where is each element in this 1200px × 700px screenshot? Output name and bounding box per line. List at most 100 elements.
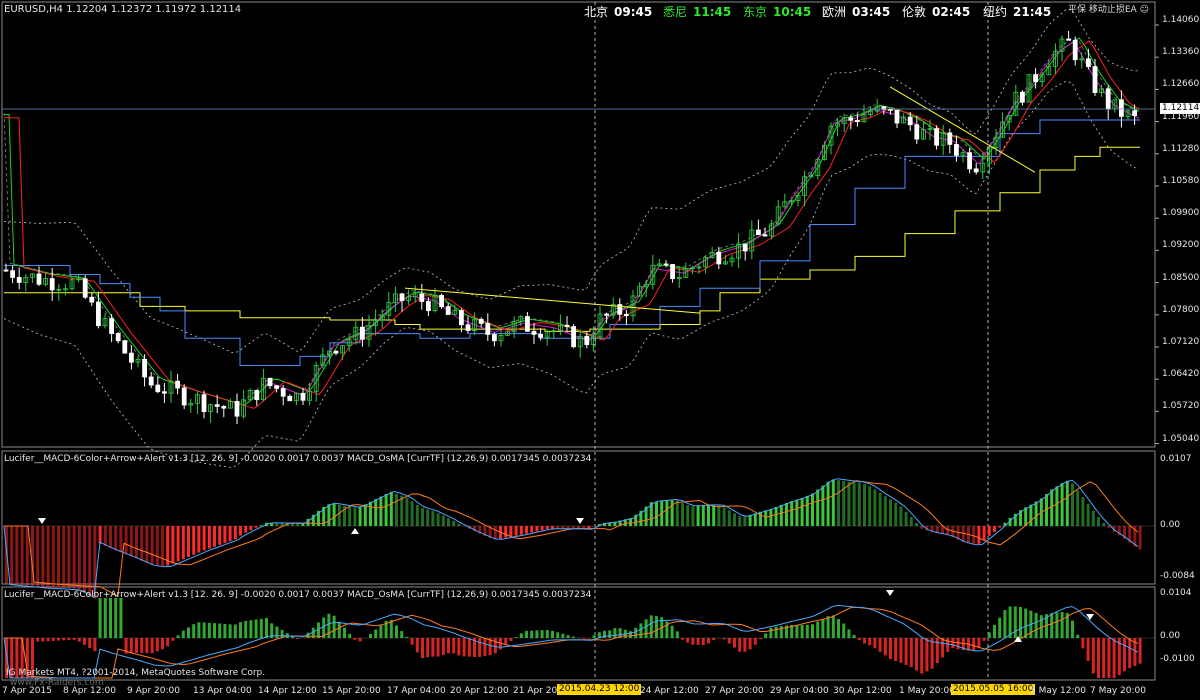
indicator1-hist-bar <box>348 506 352 526</box>
indicator2-hist-bar <box>119 598 123 638</box>
indicator1-hist-bar <box>1107 526 1111 528</box>
candle-body <box>967 152 972 170</box>
price-axis-label: 1.05040 <box>1162 433 1200 444</box>
indicator1-hist-bar <box>36 526 40 587</box>
indicator2-hist-bar <box>629 631 632 638</box>
time-axis-label: 29 Apr 04:00 <box>770 686 829 696</box>
indicator2-hist-bar <box>1102 638 1106 678</box>
candle-body <box>762 234 768 237</box>
indicator2-hist-bar <box>946 638 950 652</box>
candle-body <box>914 124 920 140</box>
indicator2-hist-bar <box>202 622 206 638</box>
clock-time: 21:45 <box>1013 5 1052 19</box>
candle-body <box>894 109 900 124</box>
clock-city: 伦敦 <box>902 5 927 19</box>
indicator1-hist-bar <box>213 526 216 547</box>
indicator2-hist-bar <box>223 623 227 638</box>
indicator1-hist-bar <box>15 526 19 585</box>
indicator1-hist-bar <box>88 526 92 596</box>
indicator2-hist-bar <box>686 638 690 643</box>
indicator2-hist-bar <box>722 638 726 640</box>
indicator2-hist-bar <box>655 616 658 638</box>
indicator2-hist-bar <box>88 638 92 649</box>
indicator1-hist-bar <box>785 503 788 526</box>
indicator1-hist-bar <box>415 504 419 526</box>
ma-green <box>4 37 1140 406</box>
indicator1-hist-bar <box>889 499 892 526</box>
indicator2-axis-min: -0.0100 <box>1160 654 1195 664</box>
candle-body <box>445 306 451 315</box>
indicator1-hist-bar <box>161 526 164 566</box>
indicator1-hist-bar <box>187 526 190 557</box>
indicator2-hist-bar <box>519 633 523 638</box>
indicator1-hist-bar <box>119 526 123 553</box>
indicator1-hist-bar <box>296 523 300 526</box>
clock-time: 02:45 <box>932 5 971 19</box>
indicator1-hist-bar <box>733 513 736 526</box>
world-clock: 东京 10:45 <box>743 3 811 20</box>
indicator2-hist-bar <box>639 623 643 638</box>
indicator1-hist-bar <box>1060 483 1064 526</box>
indicator2-hist-bar <box>171 638 175 641</box>
indicator1-hist-bar <box>363 504 367 526</box>
indicator2-hist-bar <box>733 638 736 648</box>
candle-body <box>359 326 365 340</box>
indicator2-axis-zero: 0.00 <box>1160 631 1181 641</box>
indicator2-hist-bar <box>759 638 762 640</box>
indicator2-hist-bar <box>863 638 866 644</box>
candle-body <box>973 168 979 173</box>
clock-city: 东京 <box>743 5 768 19</box>
indicator1-hist-bar <box>712 505 716 526</box>
indicator1-hist-bar <box>816 489 820 526</box>
indicator2-hist-bar <box>337 621 341 638</box>
candle-body <box>201 394 207 412</box>
chart-window[interactable]: EURUSD,H4 1.12204 1.12372 1.11972 1.1211… <box>0 0 1200 700</box>
indicator1-hist-bar <box>525 526 528 534</box>
indicator1-hist-bar <box>358 506 362 526</box>
candle-body <box>1092 66 1098 93</box>
world-clock: 欧洲 03:45 <box>822 3 890 20</box>
indicator2-hist-bar <box>129 638 133 654</box>
indicator2-hist-bar <box>72 638 76 640</box>
indicator1-hist-bar <box>540 526 544 531</box>
indicator2-hist-bar <box>109 598 112 638</box>
indicator1-hist-bar <box>218 526 222 545</box>
candle-body <box>1132 110 1137 117</box>
indicator1-hist-bar <box>223 526 227 543</box>
indicator1-hist-bar <box>67 526 71 589</box>
indicator2-hist-bar <box>343 627 346 638</box>
indicator1-hist-bar <box>77 526 81 590</box>
indicator1-hist-bar <box>811 493 814 526</box>
indicator1-arrow <box>576 518 584 524</box>
indicator2-hist-bar <box>1097 638 1100 678</box>
indicator1-hist-bar <box>25 526 29 586</box>
indicator1-hist-bar <box>790 501 794 526</box>
candle-body <box>1105 88 1111 110</box>
indicator1-hist-bar <box>993 526 996 532</box>
indicator2-hist-bar <box>883 638 887 656</box>
indicator2-hist-bar <box>925 638 929 672</box>
indicator2-hist-bar <box>431 638 435 657</box>
indicator2-hist-bar <box>993 624 996 638</box>
ma-magenta <box>263 40 1140 397</box>
ma-red <box>4 40 1140 409</box>
indicator2-hist-bar <box>915 638 918 671</box>
candle-body <box>148 376 154 386</box>
candle-body <box>274 385 280 389</box>
indicator1-hist-bar <box>337 504 341 526</box>
indicator2-hist-bar <box>514 637 518 638</box>
indicator2-hist-bar <box>644 619 648 638</box>
candle-body <box>584 335 590 345</box>
indicator1-hist-bar <box>743 516 747 526</box>
candle-body <box>604 313 609 316</box>
indicator2-hist-bar <box>696 638 700 645</box>
indicator2-hist-bar <box>426 638 430 658</box>
clock-time: 03:45 <box>852 5 891 19</box>
indicator1-hist-bar <box>670 500 674 526</box>
bollinger-lower <box>3 80 1139 468</box>
candle-body <box>1072 39 1078 61</box>
indicator2-hist-bar <box>166 638 170 647</box>
indicator2-hist-bar <box>67 638 71 641</box>
indicator2-hist-bar <box>135 638 138 653</box>
indicator1-hist-bar <box>1102 522 1106 526</box>
